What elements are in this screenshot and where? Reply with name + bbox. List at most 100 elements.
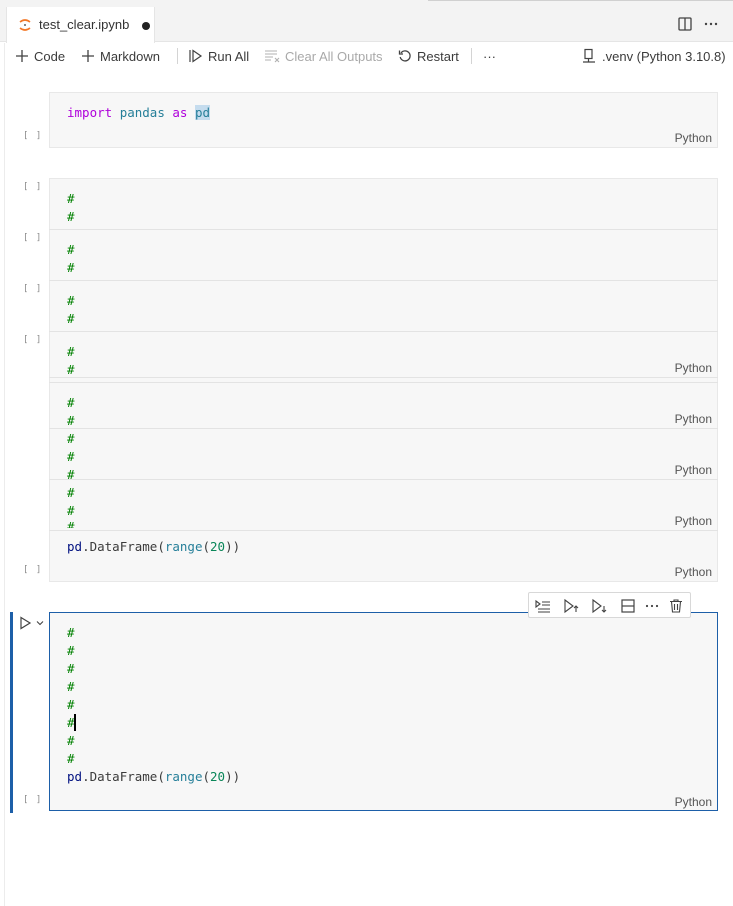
code-token: 20 (210, 539, 226, 554)
cell-focus-indicator (10, 612, 13, 813)
code-token: .DataFrame( (82, 539, 165, 554)
cell-divider (49, 382, 718, 383)
cell-more-icon[interactable] (644, 598, 660, 614)
plus-icon (82, 50, 94, 62)
run-cell-icon[interactable] (18, 616, 32, 630)
comment-line: # (67, 260, 75, 275)
toolbar-more-label: ··· (483, 48, 496, 64)
unsaved-dot-icon[interactable] (142, 22, 150, 30)
comment-line: # (67, 449, 75, 464)
comment-line-clipped: # (67, 519, 75, 528)
comment-line: # (67, 242, 75, 257)
cell-divider (49, 280, 718, 281)
toolbar-separator (471, 48, 472, 64)
run-all-button[interactable]: Run All (188, 47, 249, 65)
execution-count: [ ] (23, 233, 43, 243)
selected-alias: pd (194, 105, 211, 120)
comment-line: # (67, 467, 75, 482)
cell-language-label[interactable]: Python (675, 514, 712, 528)
comment-line: # (67, 733, 75, 748)
code-token: 20 (210, 769, 226, 784)
comment-line: # (67, 191, 75, 206)
add-markdown-button[interactable]: Markdown (81, 47, 160, 65)
restart-label: Restart (417, 48, 459, 64)
execution-count: [ ] (23, 335, 43, 345)
code-token: pd (67, 539, 83, 554)
add-code-button[interactable]: Code (15, 47, 65, 65)
execute-below-icon[interactable] (591, 598, 607, 614)
keyword-as: as (172, 105, 188, 120)
dataframe-code-line: pd.DataFrame(range(20)) (67, 538, 240, 556)
cell-language-label[interactable]: Python (675, 412, 712, 426)
cell-divider (49, 479, 718, 480)
comment-line: # (67, 311, 75, 326)
code-token: range (164, 769, 203, 784)
cell-language-label[interactable]: Python (675, 361, 712, 375)
restart-icon (398, 50, 411, 62)
tab-test-clear[interactable]: test_clear.ipynb (6, 7, 155, 43)
cell-divider (49, 377, 718, 378)
comment-line: # (67, 209, 75, 224)
comment-line: # (67, 751, 75, 766)
cell-language-label[interactable]: Python (675, 565, 712, 579)
kernel-picker-button[interactable]: .venv (Python 3.10.8) (581, 47, 726, 65)
code-token: range (164, 539, 203, 554)
toolbar-separator (177, 48, 178, 64)
tab-bar-border (428, 0, 733, 1)
more-actions-icon[interactable] (703, 16, 719, 32)
editor-left-border (4, 43, 5, 906)
split-editor-icon[interactable] (677, 16, 693, 32)
add-code-label: Code (34, 48, 66, 64)
comment-line: # (67, 362, 75, 377)
code-token: ( (202, 539, 211, 554)
cell-language-label[interactable]: Python (675, 131, 712, 145)
toolbar-more-button[interactable]: ··· (483, 47, 496, 65)
kernel-label: .venv (Python 3.10.8) (602, 48, 726, 64)
comment-line: # (67, 431, 75, 446)
module-name: pandas (119, 105, 165, 120)
comment-line: # (67, 643, 75, 658)
cell-language-label[interactable]: Python (675, 795, 712, 809)
comment-line: # (67, 293, 75, 308)
code-token: )) (225, 769, 241, 784)
split-cell-icon[interactable] (620, 598, 636, 614)
delete-cell-icon[interactable] (668, 598, 684, 614)
add-markdown-label: Markdown (100, 48, 160, 64)
execution-count: [ ] (23, 565, 43, 575)
clear-all-outputs-button[interactable]: Clear All Outputs (264, 47, 383, 65)
jupyter-icon (19, 19, 31, 31)
cell-divider (49, 331, 718, 332)
run-all-icon (189, 49, 203, 63)
text-cursor (74, 714, 76, 731)
comment-line: # (67, 395, 75, 410)
code-token: )) (225, 539, 241, 554)
execution-count: [ ] (23, 182, 43, 192)
chevron-down-icon[interactable] (35, 618, 45, 628)
cell-divider (49, 229, 718, 230)
run-all-label: Run All (208, 48, 250, 64)
plus-icon (16, 50, 28, 62)
cell-divider (49, 428, 718, 429)
code-token: ( (202, 769, 211, 784)
clear-outputs-icon (265, 50, 280, 63)
dataframe-code-line: pd.DataFrame(range(20)) (67, 768, 240, 786)
code-token: .DataFrame( (82, 769, 165, 784)
restart-button[interactable]: Restart (398, 47, 459, 65)
tab-bar: test_clear.ipynb (0, 0, 733, 43)
cell-divider (49, 530, 718, 531)
run-by-line-icon[interactable] (535, 598, 551, 614)
code-cell-group[interactable] (49, 178, 718, 582)
comment-line: # (67, 413, 75, 428)
execution-count: [ ] (23, 795, 43, 805)
execute-above-icon[interactable] (563, 598, 579, 614)
cell-1-code[interactable]: import pandas as pd (67, 104, 211, 122)
keyword-import: import (67, 105, 113, 120)
tab-title: test_clear.ipynb (39, 17, 130, 32)
comment-line: # (67, 344, 75, 359)
execution-count: [ ] (23, 131, 43, 141)
execution-count: [ ] (23, 284, 43, 294)
cell-toolbar (528, 592, 691, 618)
comment-line: # (67, 661, 75, 676)
cell-language-label[interactable]: Python (675, 463, 712, 477)
notebook-toolbar: Code Markdown Run All Clear All Outputs … (0, 43, 733, 69)
